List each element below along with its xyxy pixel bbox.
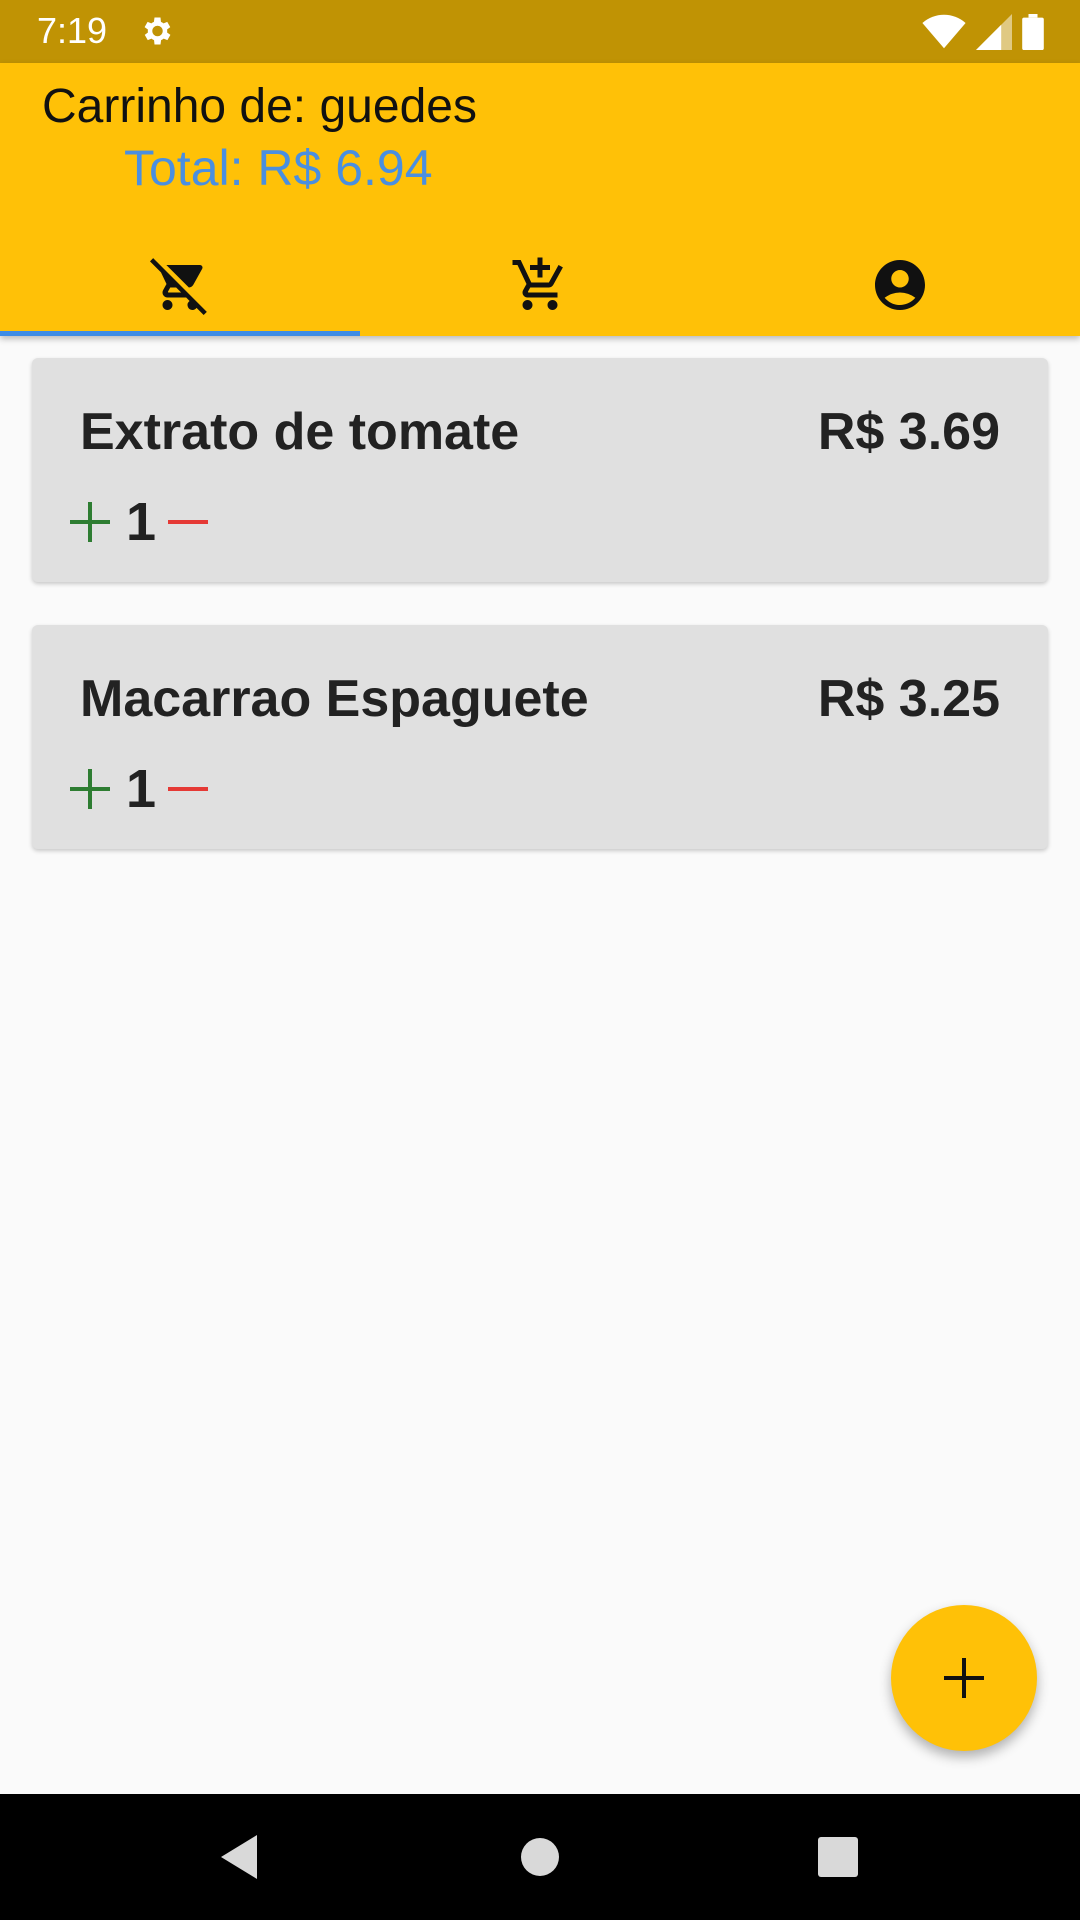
- item-quantity: 1: [126, 492, 157, 552]
- cell-signal-icon: [976, 14, 1012, 50]
- back-triangle-icon: [221, 1835, 257, 1879]
- remove-shopping-cart-icon: [150, 257, 207, 315]
- quantity-stepper: 1: [68, 757, 210, 821]
- cart-total: Total: R$ 6.94: [124, 140, 433, 196]
- home-button[interactable]: [505, 1824, 575, 1890]
- quantity-stepper: 1: [68, 490, 210, 554]
- plus-icon: [70, 502, 110, 542]
- wifi-icon: [922, 14, 966, 49]
- item-quantity: 1: [126, 759, 157, 819]
- app-bar: Carrinho de: guedes Total: R$ 6.94: [0, 63, 1080, 336]
- plus-icon: [70, 769, 110, 809]
- navigation-bar: [0, 1794, 1080, 1920]
- tab-account[interactable]: [720, 233, 1080, 336]
- tab-cart[interactable]: [0, 233, 360, 336]
- status-time: 7:19: [37, 10, 108, 51]
- decrease-quantity-button[interactable]: [166, 500, 210, 544]
- back-button[interactable]: [204, 1824, 274, 1890]
- increase-quantity-button[interactable]: [68, 500, 112, 544]
- page-title: Carrinho de: guedes: [42, 80, 477, 133]
- settings-gear-icon: [144, 17, 171, 45]
- home-circle-icon: [521, 1838, 559, 1876]
- minus-icon: [168, 787, 209, 791]
- add-item-fab[interactable]: [891, 1605, 1037, 1751]
- tab-add-to-cart[interactable]: [360, 233, 720, 336]
- account-circle-icon: [875, 259, 925, 310]
- decrease-quantity-button[interactable]: [166, 767, 210, 811]
- minus-icon: [168, 520, 209, 524]
- increase-quantity-button[interactable]: [68, 767, 112, 811]
- item-price: R$ 3.25: [817, 670, 1000, 728]
- recents-button[interactable]: [803, 1824, 873, 1890]
- cart-item-card: Extrato de tomate R$ 3.69 1: [32, 358, 1048, 582]
- item-price: R$ 3.69: [817, 403, 1000, 461]
- recents-square-icon: [818, 1837, 858, 1877]
- battery-icon: [1022, 14, 1044, 50]
- cart-item-card: Macarrao Espaguete R$ 3.25 1: [32, 625, 1048, 849]
- status-icons: [922, 14, 1044, 50]
- item-name: Extrato de tomate: [80, 403, 520, 461]
- tab-indicator: [0, 331, 360, 336]
- item-name: Macarrao Espaguete: [80, 670, 589, 728]
- tab-bar: [0, 233, 1080, 336]
- add-shopping-cart-icon: [512, 257, 563, 310]
- plus-icon: [944, 1658, 984, 1698]
- status-bar: 7:19: [0, 0, 1080, 63]
